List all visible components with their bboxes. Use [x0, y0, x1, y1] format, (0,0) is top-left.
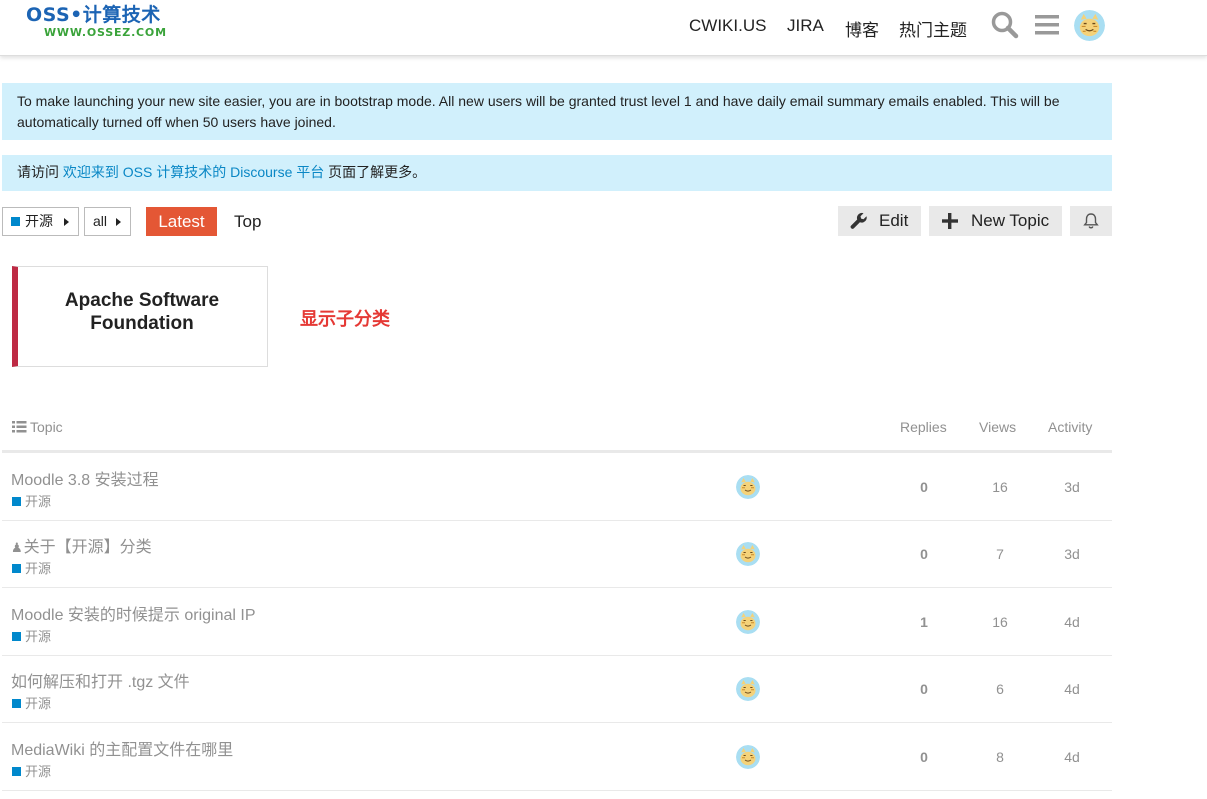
poster-avatar[interactable] — [736, 745, 760, 769]
pin-icon: ♟ — [11, 540, 23, 555]
tab-latest[interactable]: Latest — [146, 207, 217, 236]
bell-icon — [1083, 213, 1099, 229]
column-header-topic-label: Topic — [30, 419, 63, 435]
nav-link-cwiki[interactable]: CWIKI.US — [689, 16, 766, 36]
subcategory-box[interactable]: Apache Software Foundation — [12, 266, 268, 367]
topic-title-link[interactable]: ♟关于【开源】分类 — [11, 533, 152, 557]
subcategory-dropdown-label: all — [93, 213, 108, 229]
subcategory-annotation: 显示子分类 — [300, 309, 390, 329]
category-color-swatch — [12, 564, 21, 573]
topic-category-badge[interactable]: 开源 — [12, 558, 51, 577]
column-header-views[interactable]: Views — [979, 419, 1016, 435]
topic-title: Moodle 3.8 安装过程 — [11, 472, 159, 489]
welcome-suffix: 页面了解更多。 — [324, 164, 427, 180]
site-logo[interactable]: OSS•计算技术 WWW.OSSEZ.COM — [26, 4, 166, 46]
poster-avatar[interactable] — [736, 677, 760, 701]
topic-views: 6 — [996, 681, 1004, 697]
topic-replies: 1 — [920, 614, 928, 630]
topic-row: MediaWiki 的主配置文件在哪里开源 0 8 4d — [2, 723, 1112, 791]
nav-link-hot-topics[interactable]: 热门主题 — [899, 16, 967, 41]
new-topic-label: New Topic — [971, 211, 1050, 230]
topic-activity[interactable]: 4d — [1050, 614, 1094, 630]
category-color-swatch — [11, 217, 20, 226]
caret-right-icon — [116, 218, 121, 226]
category-color-swatch — [12, 497, 21, 506]
topic-row: ♟关于【开源】分类 开源 0 7 3d — [2, 520, 1112, 588]
list-icon — [12, 421, 27, 433]
topic-title-link[interactable]: MediaWiki 的主配置文件在哪里 — [11, 736, 233, 760]
hamburger-menu-icon[interactable] — [1033, 10, 1063, 40]
topic-views: 7 — [996, 546, 1004, 562]
topic-title: Moodle 安装的时候提示 original IP — [11, 607, 256, 624]
topic-activity[interactable]: 4d — [1050, 681, 1094, 697]
edit-button-label: Edit — [879, 211, 909, 230]
topic-category-badge[interactable]: 开源 — [12, 626, 51, 645]
category-dropdown-label: 开源 — [25, 213, 53, 229]
topic-category-badge[interactable]: 开源 — [12, 761, 51, 780]
topic-title: 关于【开源】分类 — [23, 539, 152, 556]
welcome-link[interactable]: 欢迎来到 OSS 计算技术的 Discourse 平台 — [63, 164, 324, 180]
topic-category-badge[interactable]: 开源 — [12, 693, 51, 712]
topic-category: 开源 — [25, 494, 52, 509]
topic-replies: 0 — [920, 479, 928, 495]
topic-views: 8 — [996, 749, 1004, 765]
topic-title: MediaWiki 的主配置文件在哪里 — [11, 742, 234, 759]
subcategory-dropdown[interactable]: all — [84, 207, 131, 236]
category-color-swatch — [12, 699, 21, 708]
topic-category: 开源 — [25, 764, 52, 779]
category-dropdown[interactable]: 开源 — [2, 207, 79, 236]
welcome-prefix: 请访问 — [17, 164, 63, 180]
welcome-banner: 请访问 欢迎来到 OSS 计算技术的 Discourse 平台 页面了解更多。 — [2, 155, 1112, 191]
notifications-button[interactable] — [1070, 206, 1112, 236]
edit-category-button[interactable]: Edit — [838, 206, 921, 236]
topic-category: 开源 — [25, 629, 52, 644]
logo-url: WWW.OSSEZ.COM — [44, 26, 167, 39]
topic-category: 开源 — [25, 696, 52, 711]
nav-link-jira[interactable]: JIRA — [787, 16, 824, 36]
column-header-activity[interactable]: Activity — [1048, 419, 1092, 435]
new-topic-button[interactable]: New Topic — [929, 206, 1062, 236]
topic-replies: 0 — [920, 546, 928, 562]
search-icon[interactable] — [990, 10, 1020, 40]
wrench-icon — [850, 212, 867, 229]
category-color-swatch — [12, 632, 21, 641]
nav-link-blog[interactable]: 博客 — [845, 16, 879, 41]
topic-category-badge[interactable]: 开源 — [12, 491, 51, 510]
topic-activity[interactable]: 3d — [1050, 479, 1094, 495]
poster-avatar[interactable] — [736, 475, 760, 499]
column-header-replies[interactable]: Replies — [900, 419, 947, 435]
topic-activity[interactable]: 3d — [1050, 546, 1094, 562]
topic-title: 如何解压和打开 .tgz 文件 — [11, 674, 190, 691]
caret-right-icon — [64, 218, 69, 226]
logo-title: OSS•计算技术 — [26, 4, 161, 26]
site-header: OSS•计算技术 WWW.OSSEZ.COM CWIKI.US JIRA 博客 … — [0, 0, 1207, 56]
topic-views: 16 — [992, 614, 1008, 630]
topic-row: 如何解压和打开 .tgz 文件开源 0 6 4d — [2, 655, 1112, 723]
topic-activity[interactable]: 4d — [1050, 749, 1094, 765]
poster-avatar[interactable] — [736, 610, 760, 634]
column-header-topic[interactable]: Topic — [12, 419, 63, 435]
topic-row: Moodle 安装的时候提示 original IP 开源 1 16 4d — [2, 588, 1112, 656]
topic-views: 16 — [992, 479, 1008, 495]
category-color-swatch — [12, 767, 21, 776]
tab-top[interactable]: Top — [234, 207, 261, 236]
topic-replies: 0 — [920, 681, 928, 697]
plus-icon — [942, 213, 958, 229]
poster-avatar[interactable] — [736, 542, 760, 566]
topic-category: 开源 — [25, 561, 52, 576]
topic-title-link[interactable]: Moodle 安装的时候提示 original IP — [11, 601, 256, 625]
user-avatar[interactable] — [1074, 10, 1105, 41]
topic-title-link[interactable]: Moodle 3.8 安装过程 — [11, 466, 159, 490]
topic-title-link[interactable]: 如何解压和打开 .tgz 文件 — [11, 668, 190, 692]
bootstrap-mode-banner: To make launching your new site easier, … — [2, 83, 1112, 140]
subcategory-name: Apache Software Foundation — [64, 290, 220, 334]
topic-replies: 0 — [920, 749, 928, 765]
topic-row: Moodle 3.8 安装过程开源 0 16 3d — [2, 453, 1112, 521]
